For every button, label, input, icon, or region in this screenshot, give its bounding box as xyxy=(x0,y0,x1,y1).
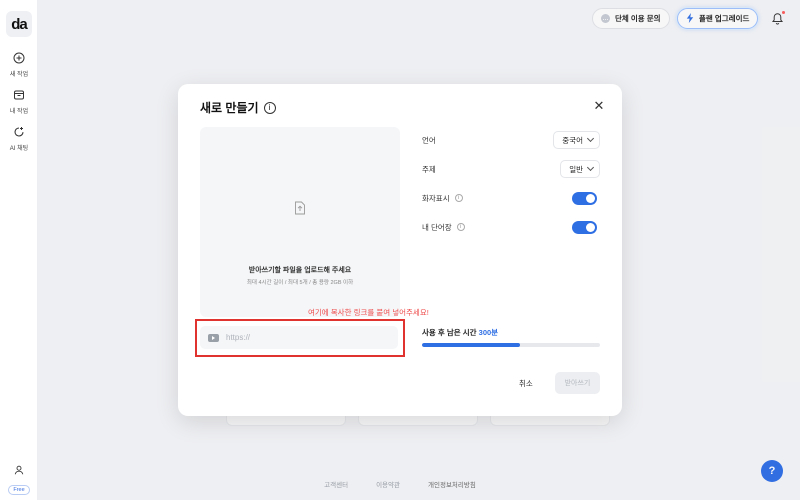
folder-icon xyxy=(12,88,26,102)
file-upload-dropzone[interactable]: 받아쓰기할 파일을 업로드해 주세요 최대 4시간 길이 / 최대 5개 / 총… xyxy=(200,127,400,317)
speaker-row: 화자표시 i xyxy=(422,189,600,207)
close-icon[interactable]: ✕ xyxy=(592,98,606,113)
vocab-toggle[interactable] xyxy=(572,220,597,234)
chevron-down-icon xyxy=(586,134,595,143)
sidebar-item-my-tasks[interactable]: 내 작업 xyxy=(0,88,38,115)
topic-select[interactable]: 일반 xyxy=(560,160,600,178)
topic-row: 주제 일반 xyxy=(422,160,600,178)
app-logo[interactable]: da xyxy=(6,11,32,37)
link-hint-text: 여기에 복사한 링크를 붙여 넣어주세요! xyxy=(308,308,429,317)
create-new-modal: 새로 만들기 i ✕ 받아쓰기할 파일을 업로드해 주세요 최대 4시간 길이 … xyxy=(178,84,622,416)
topic-value: 일반 xyxy=(569,164,583,174)
upload-sub-text: 최대 4시간 길이 / 최대 5개 / 총 용량 2GB 이하 xyxy=(246,280,354,286)
sidebar-item-label: AI 채팅 xyxy=(9,146,29,152)
upload-main-text: 받아쓰기할 파일을 업로드해 주세요 xyxy=(248,267,352,274)
modal-title: 새로 만들기 i xyxy=(200,99,276,116)
cancel-button[interactable]: 취소 xyxy=(519,372,533,394)
remaining-time-progress xyxy=(422,343,600,347)
remaining-time-label: 사용 후 남은 시간 xyxy=(422,328,477,337)
speaker-toggle[interactable] xyxy=(572,191,597,205)
sidebar-item-label: 새 작업 xyxy=(9,72,29,78)
language-label: 언어 xyxy=(422,135,436,145)
modal-title-text: 새로 만들기 xyxy=(200,101,259,115)
user-icon xyxy=(14,462,24,480)
sidebar: da 새 작업 내 작업 AI 채팅 Free xyxy=(0,0,38,500)
highlight-box xyxy=(195,319,405,357)
plus-circle-icon xyxy=(12,51,26,65)
vocab-label: 내 단어장 xyxy=(422,222,452,232)
upload-file-icon xyxy=(294,201,306,215)
submit-button[interactable]: 받아쓰기 xyxy=(555,372,600,394)
language-value: 중국어 xyxy=(562,135,583,145)
info-icon[interactable]: i xyxy=(456,223,465,231)
sidebar-item-label: 내 작업 xyxy=(9,109,29,115)
remaining-time-value: 300분 xyxy=(478,328,499,337)
topic-label: 주제 xyxy=(422,164,436,174)
speaker-label: 화자표시 xyxy=(422,193,450,203)
speaker-label-wrap: 화자표시 i xyxy=(422,193,463,204)
info-icon[interactable]: i xyxy=(263,101,276,114)
sidebar-item-new-task[interactable]: 새 작업 xyxy=(0,51,38,78)
vocab-row: 내 단어장 i xyxy=(422,218,600,236)
progress-fill xyxy=(422,343,520,347)
ai-chat-icon xyxy=(12,125,26,139)
remaining-time: 사용 후 남은 시간 300분 xyxy=(422,327,498,338)
vocab-label-wrap: 내 단어장 i xyxy=(422,222,465,233)
language-select[interactable]: 중국어 xyxy=(553,131,600,149)
sidebar-item-ai-chat[interactable]: AI 채팅 xyxy=(0,125,38,152)
info-icon[interactable]: i xyxy=(454,194,463,202)
chevron-down-icon xyxy=(586,163,595,172)
language-row: 언어 중국어 xyxy=(422,131,600,149)
